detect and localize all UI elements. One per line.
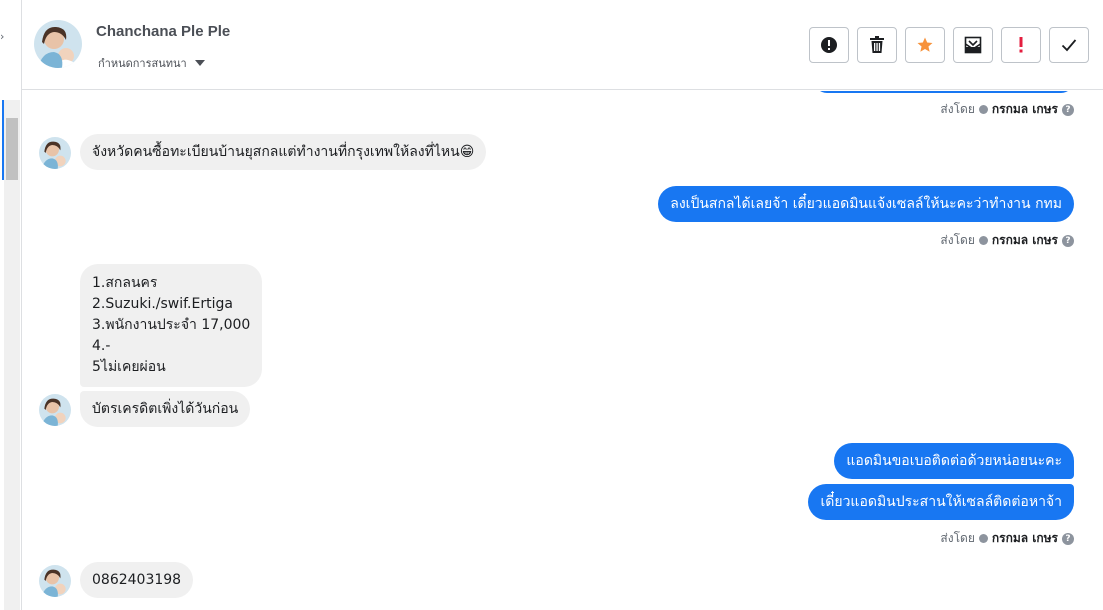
star-icon bbox=[917, 37, 933, 52]
alert-circle-icon bbox=[821, 37, 837, 53]
help-icon[interactable]: ? bbox=[1062, 532, 1074, 545]
mark-important-button[interactable] bbox=[1001, 27, 1041, 63]
message-bubble-incoming: จังหวัดคนซื้อทะเบียนบ้านยุสกลแต่ทำงานที่… bbox=[80, 134, 487, 170]
message-line: 1.สกลนคร bbox=[92, 275, 158, 291]
message-bubble-incoming-multiline: 1.สกลนคร 2.Suzuki./swif.Ertiga 3.พนักงาน… bbox=[80, 264, 263, 387]
avatar[interactable] bbox=[34, 20, 82, 68]
help-icon[interactable]: ? bbox=[1062, 103, 1074, 116]
trash-icon bbox=[870, 36, 884, 53]
star-button[interactable] bbox=[905, 27, 945, 63]
check-icon bbox=[1061, 39, 1077, 52]
sender-dot-icon bbox=[978, 236, 988, 245]
mail-archive-icon bbox=[964, 36, 982, 54]
message-bubble-incoming: บัตรเครดิตเพิ่งได้วันก่อน bbox=[80, 391, 251, 427]
sent-by-meta: ส่งโดย กรกมล เกษร ? bbox=[940, 231, 1074, 250]
sent-by-meta: ส่งโดย กรกมล เกษร ? bbox=[940, 100, 1074, 119]
contact-name: Chanchana Ple Ple bbox=[96, 23, 231, 40]
message-bubble-outgoing: ลงเป็นสกลได้เลยจ้า เดี๋ยวแอดมินแจ้งเซลล์… bbox=[658, 186, 1074, 222]
help-icon[interactable]: ? bbox=[1062, 234, 1074, 247]
conversation-header: Chanchana Ple Ple กำหนดการสนทนา bbox=[22, 0, 1103, 90]
avatar[interactable] bbox=[39, 137, 71, 169]
message-line: 5ไม่เคยผ่อน bbox=[92, 359, 166, 375]
sent-by-meta: ส่งโดย กรกมล เกษร ? bbox=[940, 529, 1074, 548]
assign-conversation-label: กำหนดการสนทนา bbox=[98, 57, 187, 70]
archive-button[interactable] bbox=[953, 27, 993, 63]
assign-conversation-dropdown[interactable]: กำหนดการสนทนา bbox=[98, 54, 205, 72]
message-bubble-outgoing: เดี๋ยวแอดมินประสานให้เซลล์ติดต่อหาจ้า bbox=[808, 484, 1074, 520]
active-indicator bbox=[2, 100, 4, 180]
message-bubble-incoming: 0862403198 bbox=[80, 562, 194, 598]
message-bubble-outgoing-partial bbox=[814, 91, 1074, 93]
message-bubble-outgoing: แอดมินขอเบอติดต่อด้วยหน่อยนะคะ bbox=[834, 443, 1074, 479]
message-line: 2.Suzuki./swif.Ertiga bbox=[92, 296, 233, 312]
left-rail: › bbox=[0, 0, 22, 610]
sender-dot-icon bbox=[978, 534, 988, 543]
delete-button[interactable] bbox=[857, 27, 897, 63]
avatar[interactable] bbox=[39, 394, 71, 426]
sender-dot-icon bbox=[978, 105, 988, 114]
scrollbar-thumb[interactable] bbox=[6, 118, 18, 180]
caret-down-icon bbox=[194, 60, 205, 66]
message-line: 4.- bbox=[92, 338, 111, 354]
message-thread[interactable]: ส่งโดย กรกมล เกษร ? จังหวัดคนซื้อทะเบียน… bbox=[22, 91, 1103, 610]
report-button[interactable] bbox=[809, 27, 849, 63]
exclamation-icon bbox=[1019, 37, 1023, 53]
avatar[interactable] bbox=[39, 565, 71, 597]
message-line: 3.พนักงานประจำ 17,000 bbox=[92, 317, 251, 333]
mark-done-button[interactable] bbox=[1049, 27, 1089, 63]
action-toolbar bbox=[809, 27, 1089, 63]
collapse-arrow-icon[interactable]: › bbox=[0, 30, 4, 43]
